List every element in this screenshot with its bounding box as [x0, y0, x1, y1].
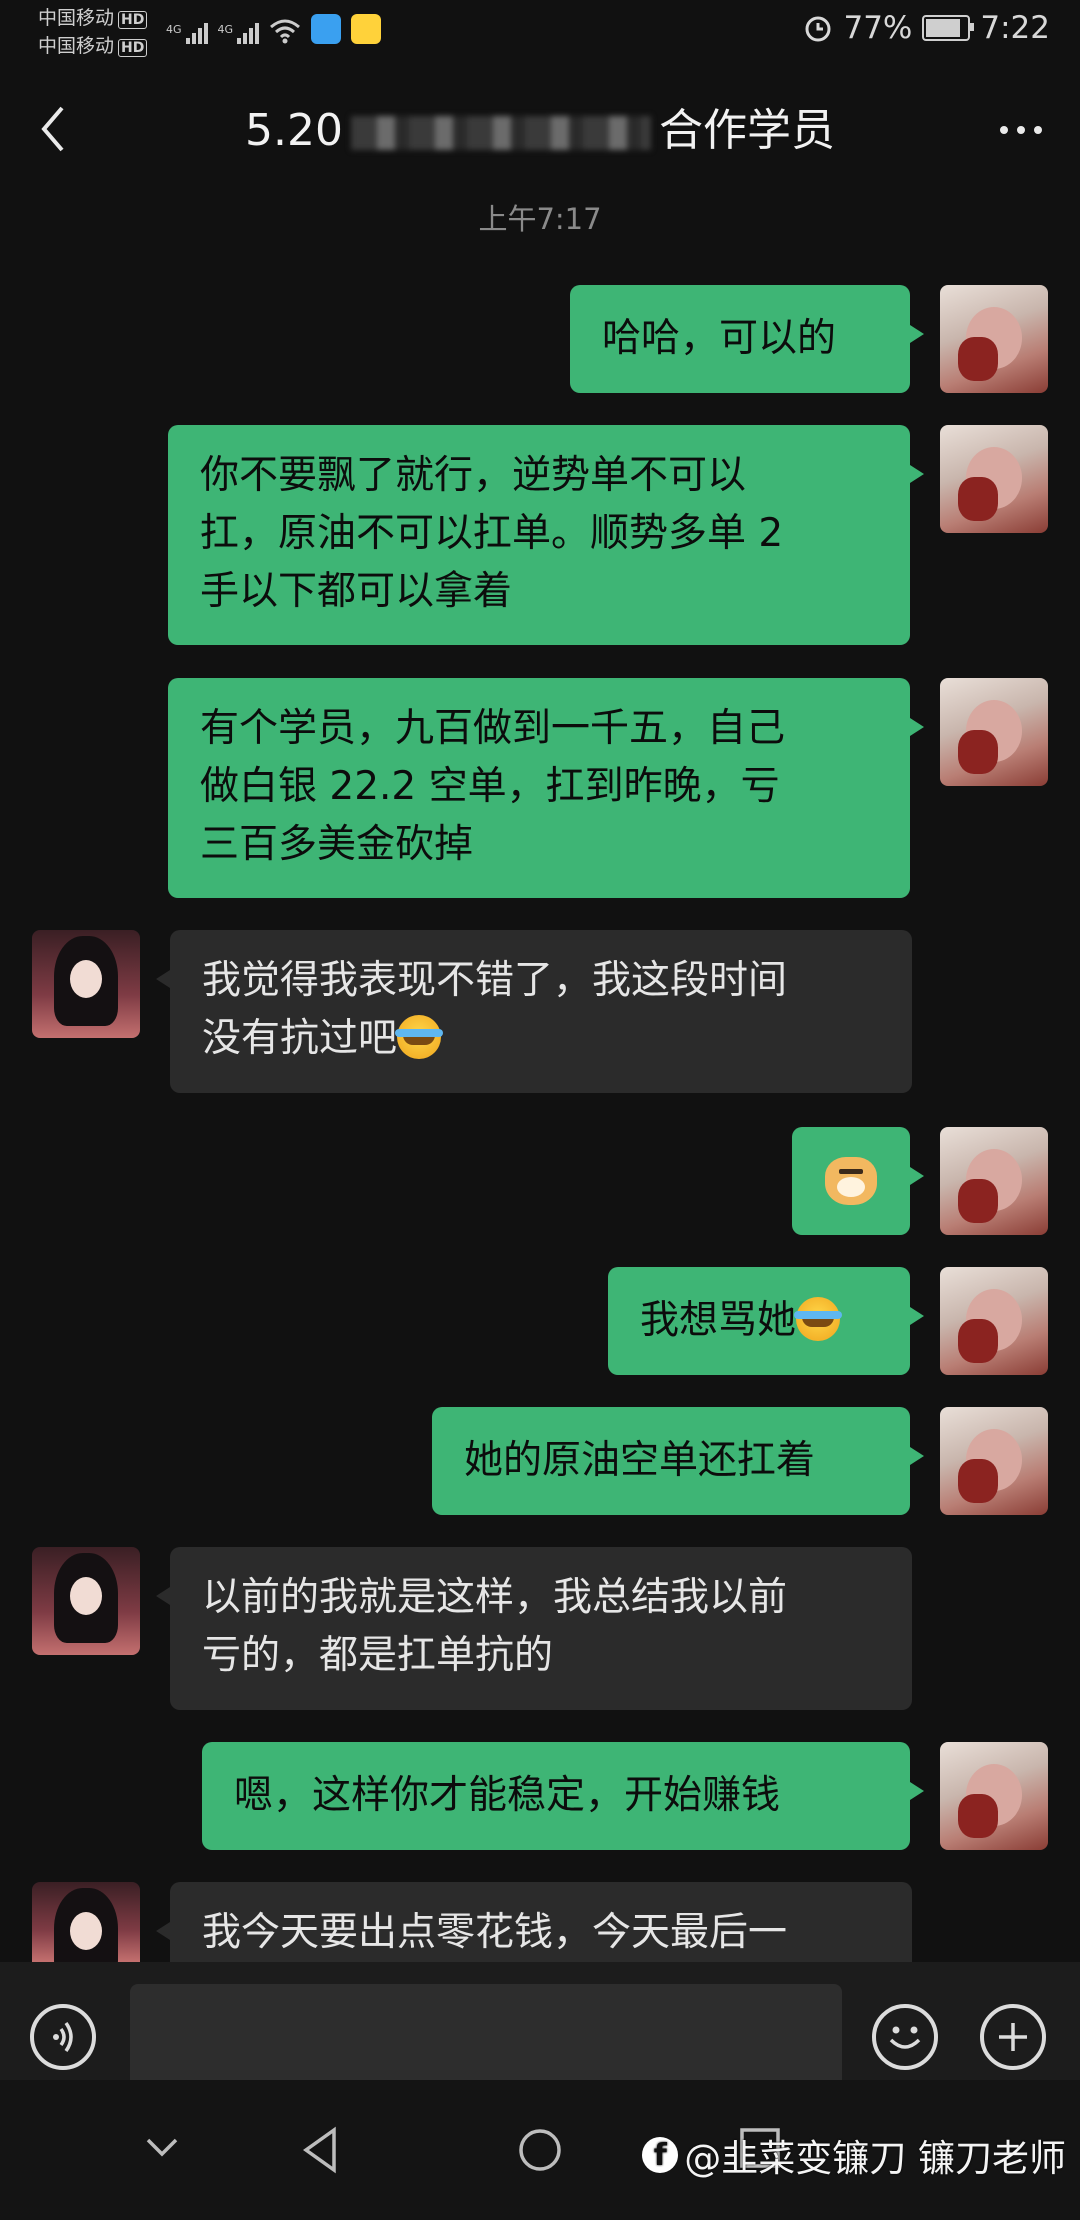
avatar[interactable]: [940, 1407, 1048, 1515]
plus-icon: [999, 2023, 1027, 2051]
more-options-icon[interactable]: [1000, 126, 1042, 134]
battery-icon: [922, 15, 975, 41]
avatar[interactable]: [32, 930, 140, 1038]
doge-emoji-icon: [825, 1157, 877, 1205]
avatar[interactable]: [940, 425, 1048, 533]
message-bubble[interactable]: 以前的我就是这样，我总结我以前 亏的，都是扛单抗的: [156, 1547, 912, 1710]
message-bubble[interactable]: 她的原油空单还扛着: [432, 1407, 924, 1515]
carrier-info: 中国移动 HD 中国移动 HD: [38, 4, 148, 60]
social-logo-icon: f: [642, 2137, 679, 2173]
redacted-text: [350, 116, 651, 150]
carrier-2: 中国移动: [38, 35, 115, 57]
qq-browser-icon: [311, 14, 342, 44]
voice-input-button[interactable]: [30, 2004, 96, 2070]
alarm-icon: [805, 16, 831, 42]
message-bubble[interactable]: 我觉得我表现不错了，我这段时间 没有抗过吧: [156, 930, 912, 1093]
signal-strength-icon: 4G: [166, 23, 208, 44]
hd-badge-2: HD: [118, 39, 148, 57]
smile-icon: [889, 2026, 921, 2049]
chat-header: 5.20 合作学员: [0, 66, 1080, 191]
back-triangle-icon[interactable]: [300, 2126, 340, 2174]
avatar[interactable]: [940, 678, 1048, 786]
crying-laughing-emoji-icon: [395, 1015, 444, 1059]
home-circle-icon[interactable]: [516, 2126, 564, 2174]
emoji-button[interactable]: [872, 2004, 938, 2070]
avatar[interactable]: [940, 285, 1048, 393]
input-bar: [0, 1962, 1080, 2092]
message-bubble[interactable]: 有个学员，九百做到一千五，自己 做白银 22.2 空单，扛到昨晚，亏 三百多美金…: [168, 678, 924, 898]
battery-percent: 77%: [843, 10, 913, 46]
status-right: 77% 7:22: [803, 10, 1050, 46]
chevron-down-icon[interactable]: [142, 2126, 182, 2166]
message-bubble[interactable]: 哈哈，可以的: [570, 285, 924, 393]
status-bar: 中国移动 HD 中国移动 HD 4G 4G 77% 7:22: [0, 0, 1080, 66]
avatar[interactable]: [940, 1742, 1048, 1850]
hd-badge-1: HD: [118, 11, 148, 29]
signal-strength-icon: 4G: [218, 23, 260, 44]
message-bubble[interactable]: [792, 1127, 924, 1235]
more-functions-button[interactable]: [980, 2004, 1046, 2070]
message-bubble[interactable]: 我想骂她: [608, 1267, 924, 1375]
wifi-icon: [270, 19, 301, 44]
watermark: f @韭菜变镰刀 镰刀老师: [642, 2128, 1066, 2182]
chat-title: 5.20 合作学员: [245, 105, 835, 156]
clock: 7:22: [980, 10, 1050, 46]
avatar[interactable]: [32, 1882, 140, 1962]
weibo-icon: [351, 14, 382, 44]
avatar[interactable]: [940, 1127, 1048, 1235]
message-bubble[interactable]: 我今天要出点零花钱，今天最后一: [156, 1882, 912, 1962]
avatar[interactable]: [940, 1267, 1048, 1375]
message-bubble[interactable]: 你不要飘了就行，逆势单不可以 扛，原油不可以扛单。顺势多单 2 手以下都可以拿着: [168, 425, 924, 645]
message-bubble[interactable]: 嗯，这样你才能稳定，开始赚钱: [202, 1742, 924, 1850]
carrier-1: 中国移动: [38, 7, 115, 29]
message-input[interactable]: [130, 1984, 842, 2092]
message-timestamp: 上午7:17: [478, 202, 602, 236]
crying-laughing-emoji-icon: [794, 1297, 843, 1341]
voice-icon: [53, 2021, 73, 2053]
signal-icons: 4G 4G: [166, 14, 382, 44]
avatar[interactable]: [32, 1547, 140, 1655]
